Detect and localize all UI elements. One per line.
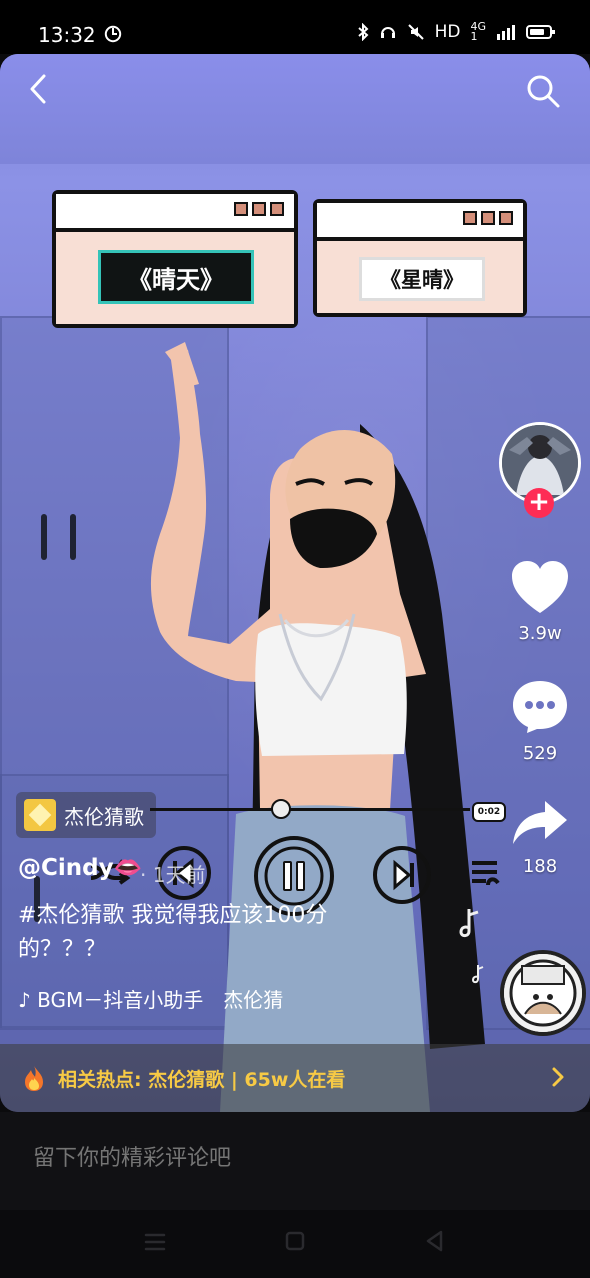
home-icon[interactable] (285, 1230, 305, 1252)
share-action[interactable]: 188 (505, 796, 575, 877)
heart-icon[interactable] (509, 559, 571, 615)
status-time: 13:32 (38, 23, 96, 47)
author-name[interactable]: @Cindy👄 (18, 854, 142, 881)
bluetooth-icon (357, 23, 369, 41)
floating-note-icon (471, 965, 484, 984)
headphones-icon (380, 27, 395, 38)
music-tag[interactable]: 杰伦猜歌 (16, 792, 156, 838)
music-tag-label: 杰伦猜歌 (64, 804, 144, 829)
activity-icon (104, 25, 122, 43)
bgm-title: BGM－抖音小助手 杰伦猜 (37, 988, 284, 1012)
share-icon[interactable] (509, 796, 571, 848)
game-badge-icon (24, 799, 56, 831)
hd-label: HD (434, 22, 461, 42)
player-progress-knob[interactable] (271, 799, 291, 819)
like-count: 3.9w (518, 623, 562, 644)
follow-button[interactable]: + (524, 488, 554, 518)
post-time: · 1天前 (140, 863, 206, 887)
back-arrow-icon[interactable] (24, 74, 54, 104)
comment-icon[interactable] (509, 677, 571, 735)
system-navigation-bar (0, 1210, 590, 1278)
video-player[interactable]: 《晴天》 《星晴》 + 3.9w 529 188 杰伦猜歌 0:02 @Cind… (0, 54, 590, 1112)
music-disc-image (504, 954, 582, 1032)
battery-icon (526, 25, 555, 39)
player-progress-track[interactable] (150, 808, 470, 811)
like-action[interactable]: 3.9w (505, 559, 575, 644)
share-count: 188 (522, 856, 558, 877)
network-label: 4G 1 (470, 20, 486, 43)
bgm-info[interactable]: ♪ BGM－抖音小助手 杰伦猜 (18, 984, 323, 1013)
comment-action[interactable]: 529 (505, 677, 575, 764)
chevron-right-icon[interactable] (550, 1066, 566, 1088)
player-time: 0:02 (472, 802, 506, 822)
floating-note-icon (459, 909, 479, 938)
hot-topic-banner[interactable]: 相关热点: 杰伦猜歌 | 65w人在看 (0, 1044, 590, 1112)
mute-icon (407, 24, 424, 40)
fire-icon (25, 1066, 43, 1091)
search-icon[interactable] (524, 72, 562, 110)
comment-bar (0, 1112, 590, 1210)
status-bar: 13:32 HD 4G 1 (0, 0, 590, 54)
status-icons: HD 4G 1 (357, 20, 556, 43)
menu-icon[interactable] (144, 1231, 166, 1253)
post-description[interactable]: #杰伦猜歌 我觉得我应该100分的？？？ (18, 899, 368, 967)
hot-topic-text: 相关热点: 杰伦猜歌 | 65w人在看 (58, 1068, 346, 1091)
comment-input[interactable] (31, 1145, 455, 1172)
music-disc[interactable] (500, 950, 586, 1036)
comment-count: 529 (522, 743, 558, 764)
music-note-icon: ♪ (18, 988, 31, 1012)
system-back-icon[interactable] (423, 1229, 445, 1253)
signal-icon (497, 25, 515, 40)
